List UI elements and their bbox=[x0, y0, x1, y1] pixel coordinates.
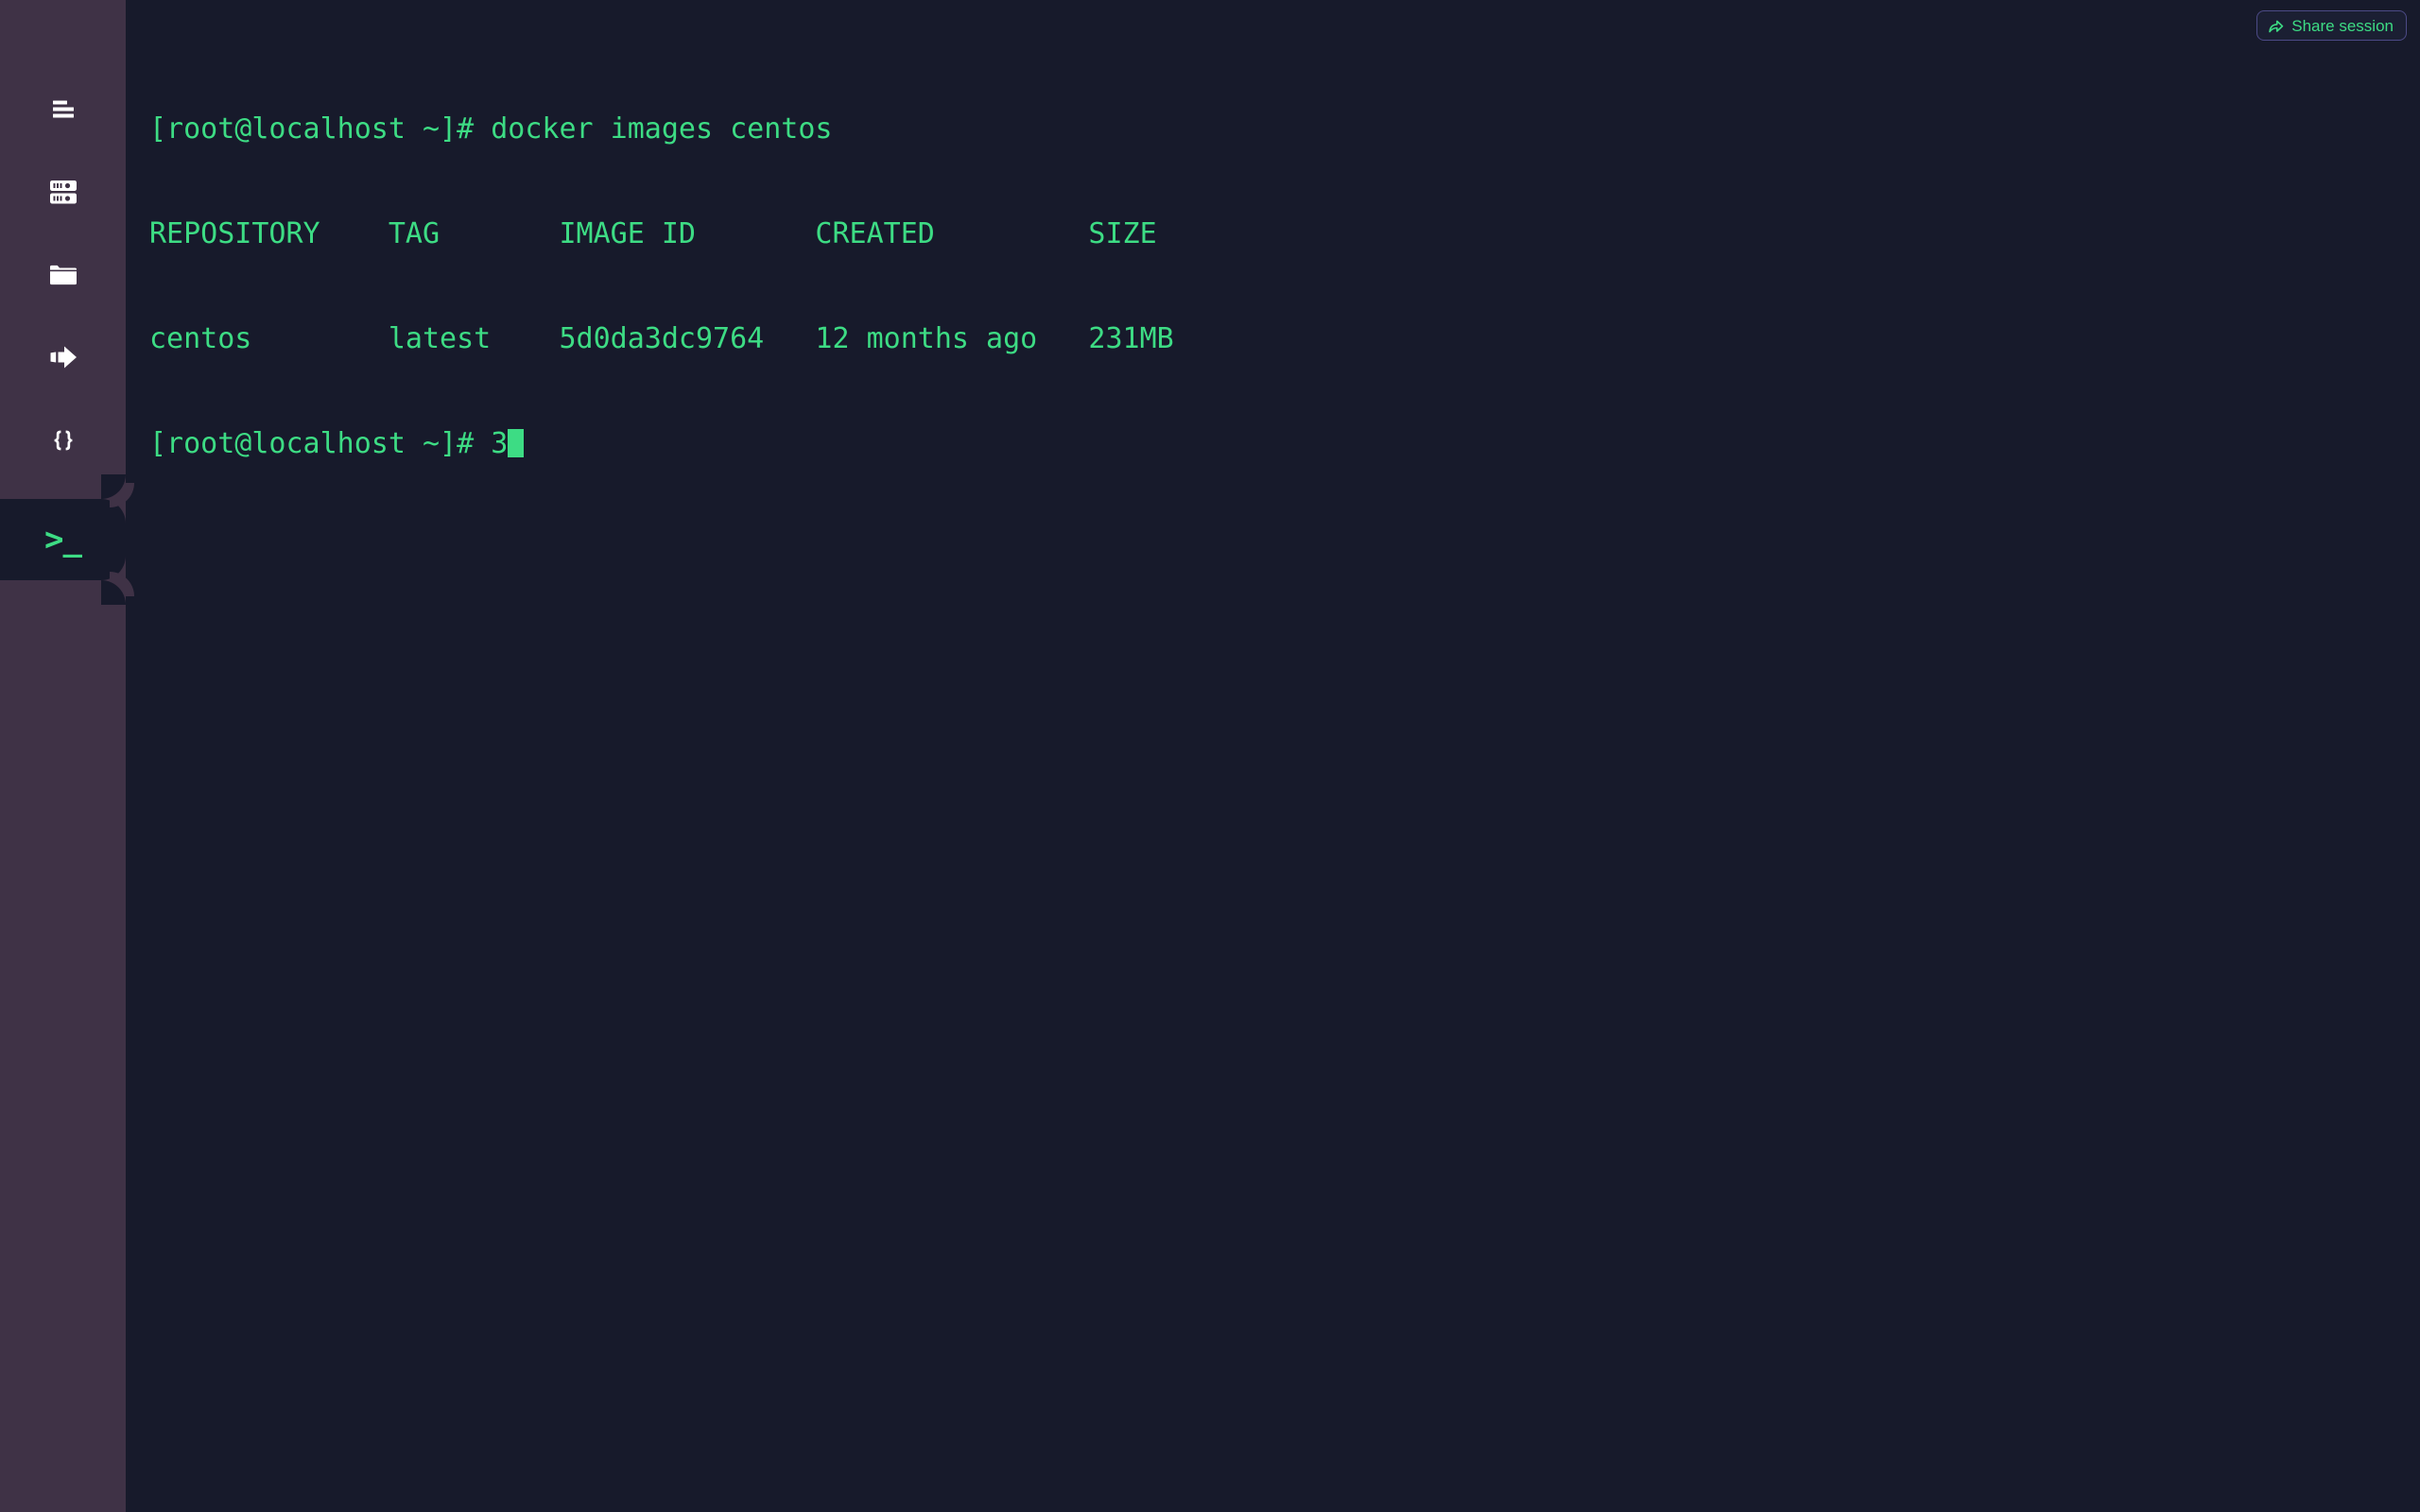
terminal-input-text: [root@localhost ~]# 3 bbox=[149, 427, 509, 460]
sidebar-item-code[interactable] bbox=[0, 399, 126, 482]
terminal-cursor bbox=[508, 429, 525, 457]
terminal-app-window: >_ [root@localhost ~]# docker images cen… bbox=[0, 0, 2420, 1512]
terminal-line-command: [root@localhost ~]# docker images centos bbox=[149, 112, 833, 146]
sidebar-item-files[interactable] bbox=[0, 233, 126, 317]
curly-braces-icon bbox=[43, 420, 84, 461]
terminal-line-table-header: REPOSITORY TAG IMAGE ID CREATED SIZE bbox=[149, 217, 1157, 250]
forward-arrow-icon bbox=[43, 336, 84, 378]
sidebar-item-terminal-active[interactable]: >_ bbox=[0, 474, 126, 605]
folder-icon bbox=[43, 254, 84, 296]
sidebar-item-menu[interactable] bbox=[0, 67, 126, 150]
share-session-label: Share session bbox=[2291, 16, 2394, 35]
share-session-button[interactable]: Share session bbox=[2256, 10, 2407, 41]
share-arrow-icon bbox=[2267, 17, 2285, 35]
server-rack-icon bbox=[43, 171, 84, 213]
sidebar-item-servers[interactable] bbox=[0, 150, 126, 233]
sidebar-item-forward[interactable] bbox=[0, 316, 126, 399]
left-sidebar bbox=[0, 0, 126, 1512]
hamburger-menu-icon bbox=[43, 88, 84, 129]
terminal-prompt-icon: >_ bbox=[44, 521, 82, 558]
terminal-line-table-row: centos latest 5d0da3dc9764 12 months ago… bbox=[149, 322, 1174, 355]
terminal-line-input: [root@localhost ~]# 3 bbox=[149, 426, 2420, 461]
terminal-pane[interactable]: [root@localhost ~]# docker images centos… bbox=[126, 0, 2420, 1512]
terminal-output: [root@localhost ~]# docker images centos… bbox=[149, 42, 2420, 531]
